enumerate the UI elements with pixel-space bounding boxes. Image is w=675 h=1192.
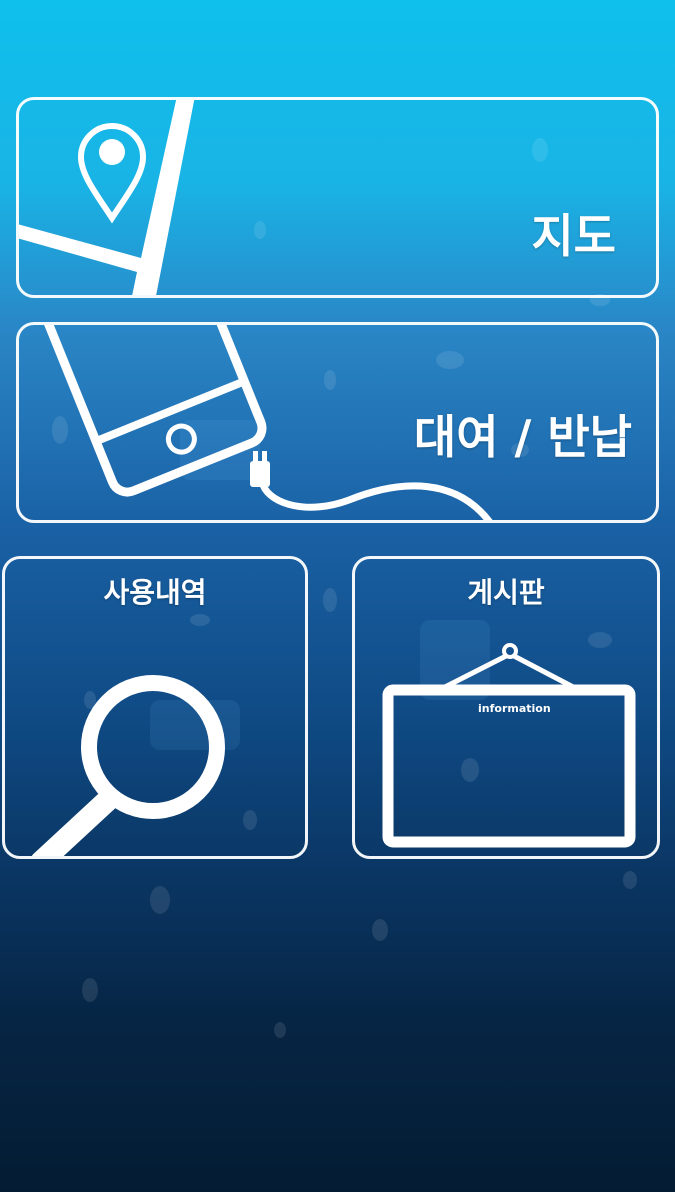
history-menu-button[interactable]: 사용내역 <box>2 556 308 859</box>
map-label: 지도 <box>531 209 616 263</box>
map-menu-button[interactable]: 지도 <box>16 97 659 298</box>
sign-information-text: information <box>478 702 551 715</box>
rent-return-label: 대여 / 반납 <box>413 410 632 464</box>
rent-return-menu-button[interactable]: 대여 / 반납 <box>16 322 659 523</box>
map-pin-phone-icon <box>19 100 195 295</box>
board-menu-button[interactable]: 게시판 information <box>352 556 660 859</box>
magnifier-icon <box>31 675 225 856</box>
